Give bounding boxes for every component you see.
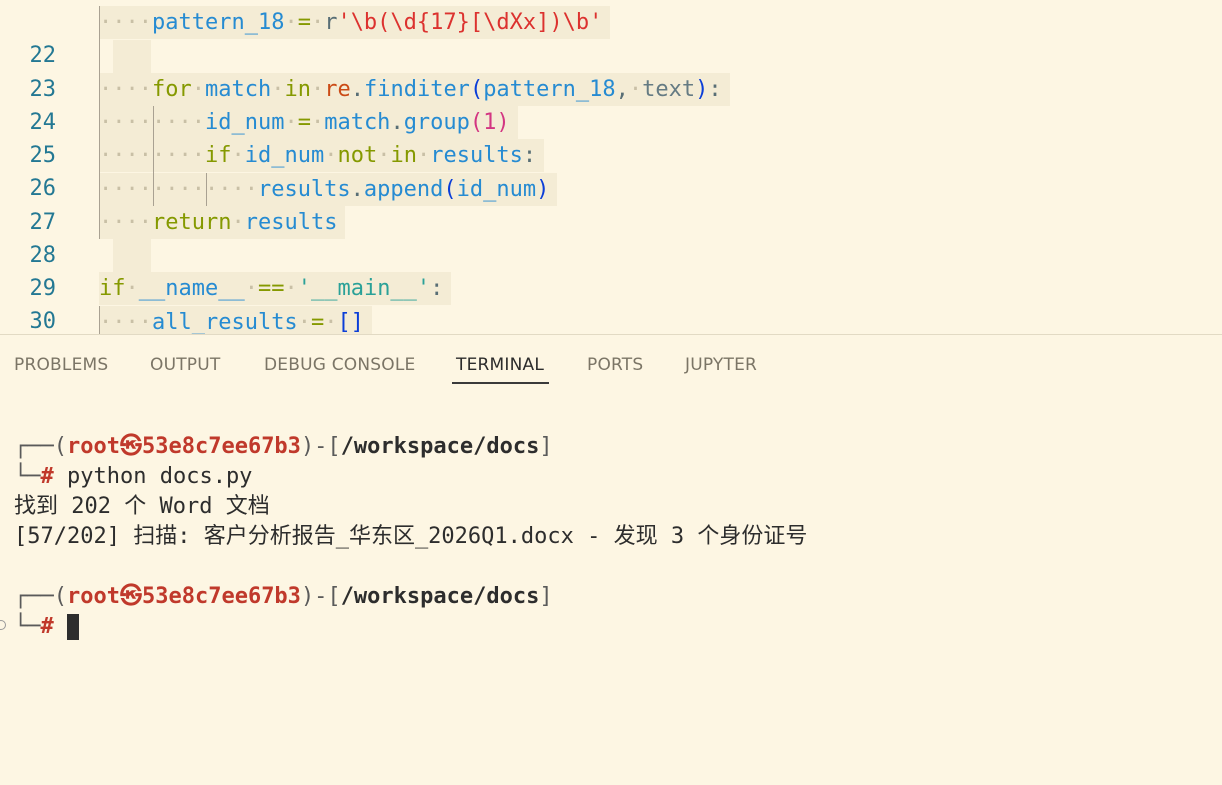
tab-ports[interactable]: PORTS xyxy=(587,355,643,375)
code-content: ····return·results xyxy=(99,206,346,239)
code-line-30[interactable]: 30 if·__name__·==·'__main__': xyxy=(0,272,1222,334)
tab-problems[interactable]: PROBLEMS xyxy=(14,355,108,375)
prompt-header: ┌──(root㉿53e8c7ee67b3)-[/workspace/docs] xyxy=(14,584,553,609)
prompt-host: 53e8c7ee67b3 xyxy=(141,434,301,459)
code-line-29[interactable]: 29 xyxy=(0,239,1222,301)
code-content: ········id_num·=·match.group(1) xyxy=(99,106,518,139)
tab-jupyter[interactable]: JUPYTER xyxy=(685,355,757,375)
code-line-22[interactable]: 22 ····pattern_18·=·r'\b(\d{17}[\dXx])\b… xyxy=(0,6,1222,68)
prompt-user: root xyxy=(66,434,120,459)
panel-tab-bar: PROBLEMS OUTPUT DEBUG CONSOLE TERMINAL P… xyxy=(0,335,1222,389)
code-content xyxy=(113,239,151,272)
code-line-23[interactable]: 23 xyxy=(0,40,1222,102)
code-content: if·__name__·==·'__main__': xyxy=(99,272,452,305)
tab-debug-console[interactable]: DEBUG CONSOLE xyxy=(264,355,415,375)
prompt-command-line: └─# python docs.py xyxy=(14,464,253,489)
output-line: 找到 202 个 Word 文档 xyxy=(14,494,270,519)
code-editor[interactable]: 22 ····pattern_18·=·r'\b(\d{17}[\dXx])\b… xyxy=(0,0,1222,334)
prompt-symbol: # xyxy=(40,614,54,639)
tab-output[interactable]: OUTPUT xyxy=(150,355,221,375)
prompt-input-line[interactable]: └─# xyxy=(14,612,79,642)
indent-guide xyxy=(206,173,207,206)
prompt-cwd: /workspace/docs xyxy=(340,584,540,609)
prompt-symbol: # xyxy=(40,464,54,489)
indent-guide xyxy=(99,6,100,239)
code-line-24[interactable]: 24 ····for·match·in·re.finditer(pattern_… xyxy=(0,73,1222,135)
code-line-26[interactable]: 26 ········if·id_num·not·in·results: xyxy=(0,139,1222,201)
code-line-28[interactable]: 28 ····return·results xyxy=(0,206,1222,268)
prompt-at-symbol: ㉿ xyxy=(119,434,142,459)
prompt-user: root xyxy=(66,584,120,609)
code-content: ····all_results·=·[] xyxy=(99,306,372,334)
code-content: ····for·match·in·re.finditer(pattern_18,… xyxy=(99,73,730,106)
prompt-header: ┌──(root㉿53e8c7ee67b3)-[/workspace/docs] xyxy=(14,434,553,459)
code-line-27[interactable]: 27 ············results.append(id_num) xyxy=(0,173,1222,235)
output-line: [57/202] 扫描: 客户分析报告_华东区_2026Q1.docx - 发现… xyxy=(14,524,808,549)
tab-terminal[interactable]: TERMINAL xyxy=(456,355,544,375)
prompt-at-symbol: ㉿ xyxy=(119,584,142,609)
prompt-host: 53e8c7ee67b3 xyxy=(141,584,301,609)
prompt-cwd: /workspace/docs xyxy=(340,434,540,459)
indent-guide xyxy=(99,306,100,334)
code-content xyxy=(113,40,151,73)
indent-guide xyxy=(153,106,154,206)
terminal-panel[interactable]: ┌──(root㉿53e8c7ee67b3)-[/workspace/docs]… xyxy=(0,389,1222,785)
code-content: ············results.append(id_num) xyxy=(99,173,558,206)
command-text: python docs.py xyxy=(67,464,253,489)
code-content: ····pattern_18·=·r'\b(\d{17}[\dXx])\b' xyxy=(99,6,611,39)
code-line-25[interactable]: 25 ········id_num·=·match.group(1) xyxy=(0,106,1222,168)
code-line-31[interactable]: 31 ····all_results·=·[] xyxy=(0,306,1222,334)
active-tab-indicator xyxy=(452,382,549,384)
code-content: ········if·id_num·not·in·results: xyxy=(99,139,545,172)
terminal-cursor xyxy=(67,614,79,640)
